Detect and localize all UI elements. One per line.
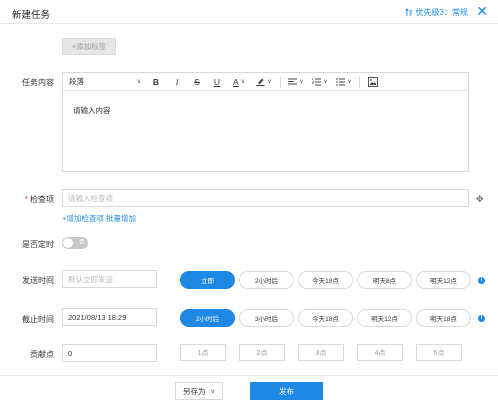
scheduled-toggle[interactable]: 否	[62, 237, 88, 249]
points-option[interactable]: 5点	[416, 344, 462, 361]
send-time-option[interactable]: 今天18点	[298, 271, 353, 289]
chevron-down-icon: ∨	[210, 388, 215, 395]
highlighter-icon	[256, 78, 265, 86]
chevron-down-icon: ∨	[136, 79, 141, 85]
ordered-list-icon	[312, 78, 322, 85]
underline-button[interactable]: U	[207, 73, 227, 91]
editor-toolbar: 段落 ∨ B I S U A ∨ ∨ ∨ ∨ ∨	[63, 73, 468, 91]
content-label: 任务内容	[22, 78, 54, 87]
checkitem-input[interactable]: 请输入检查项	[62, 189, 469, 207]
toggle-text: 否	[78, 240, 85, 246]
font-color-label: A	[232, 76, 239, 87]
add-checkitem-link[interactable]: +增加检查项	[62, 214, 104, 223]
bulk-add-link[interactable]: 批量增加	[106, 214, 136, 223]
send-time-option[interactable]: 立即	[180, 271, 235, 289]
paragraph-label: 段落	[69, 77, 84, 86]
strikethrough-button[interactable]: S	[187, 73, 207, 91]
scheduled-label: 是否定时	[22, 240, 54, 249]
deadline-option[interactable]: 2小时后	[180, 309, 235, 327]
priority-selector[interactable]: 优先级3：常规	[404, 7, 468, 18]
bullet-list-icon	[336, 77, 346, 86]
bullet-list-button[interactable]: ∨	[332, 73, 356, 91]
points-input[interactable]: 0	[62, 344, 157, 362]
align-button[interactable]: ∨	[284, 73, 308, 91]
toolbar-divider	[359, 75, 360, 88]
paragraph-select[interactable]: 段落 ∨	[69, 73, 145, 91]
send-time-input[interactable]: 默认立即发送	[62, 270, 157, 288]
toggle-knob	[63, 238, 73, 248]
send-time-option[interactable]: 明天8点	[357, 271, 412, 289]
deadline-option[interactable]: 明天18点	[416, 309, 471, 327]
points-label: 贡献点	[30, 350, 54, 359]
close-icon[interactable]: ✕	[476, 3, 488, 19]
checkitem-label: * 检查项	[10, 194, 54, 205]
bold-button[interactable]: B	[145, 73, 167, 91]
send-time-option[interactable]: 2小时后	[239, 271, 294, 289]
rich-text-editor[interactable]: 段落 ∨ B I S U A ∨ ∨ ∨ ∨ ∨ 请输入内容	[62, 72, 469, 172]
deadline-option[interactable]: 今天18点	[298, 309, 353, 327]
italic-button[interactable]: I	[167, 73, 187, 91]
insert-image-button[interactable]	[363, 73, 383, 91]
add-tag-button[interactable]: +添加标签	[62, 38, 116, 55]
font-color-button[interactable]: A ∨	[227, 73, 251, 91]
points-option[interactable]: 4点	[357, 344, 403, 361]
chevron-down-icon: ∨	[240, 79, 246, 85]
dialog-title: 新建任务	[12, 10, 51, 21]
publish-button[interactable]: 发布	[250, 382, 323, 400]
dialog-footer: 另存为 ∨ 发布	[0, 375, 498, 407]
chevron-down-icon: ∨	[323, 79, 328, 85]
points-option[interactable]: 1点	[180, 344, 226, 361]
send-time-label: 发送时间	[22, 276, 54, 285]
deadline-option[interactable]: 明天12点	[357, 309, 412, 327]
toolbar-divider	[280, 75, 281, 88]
deadline-input[interactable]: 2021/08/13 18:29	[62, 308, 157, 326]
image-icon	[368, 76, 378, 87]
checkitem-label-text: 检查项	[30, 195, 54, 204]
priority-label: 优先级3：常规	[415, 8, 468, 17]
chevron-down-icon: ∨	[299, 79, 304, 85]
chevron-down-icon: ∨	[347, 79, 352, 85]
checkitem-links: +增加检查项 批量增加	[62, 213, 136, 224]
info-icon[interactable]: i	[478, 315, 485, 322]
priority-icon	[404, 8, 413, 16]
dialog-header: 新建任务 优先级3：常规 ✕	[0, 0, 498, 24]
required-marker: *	[24, 195, 28, 204]
highlight-button[interactable]: ∨	[251, 73, 277, 91]
save-as-button[interactable]: 另存为 ∨	[175, 382, 223, 400]
chevron-down-icon: ∨	[267, 79, 272, 85]
align-left-icon	[288, 78, 298, 84]
drag-handle-icon[interactable]: ✥	[476, 194, 484, 205]
points-option[interactable]: 2点	[239, 344, 285, 361]
deadline-label: 截止时间	[22, 315, 54, 324]
deadline-option[interactable]: 3小时后	[239, 309, 294, 327]
send-time-option[interactable]: 明天12点	[416, 271, 471, 289]
editor-content[interactable]: 请输入内容	[63, 91, 468, 130]
ordered-list-button[interactable]: ∨	[308, 73, 332, 91]
points-option[interactable]: 3点	[298, 344, 344, 361]
info-icon[interactable]: i	[478, 277, 485, 284]
save-as-label: 另存为	[183, 386, 206, 396]
